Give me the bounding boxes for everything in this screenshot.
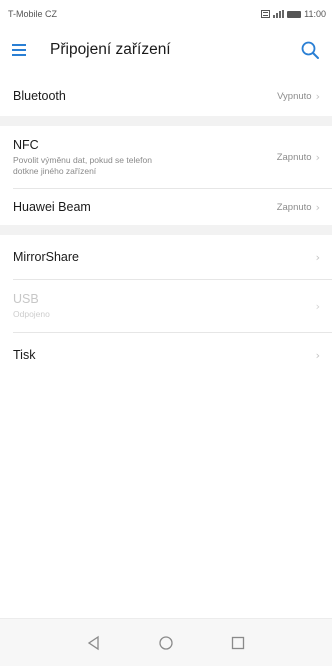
item-value: Vypnuto	[277, 90, 312, 102]
item-title: USB	[13, 292, 39, 306]
list-item-usb: USB Odpojeno ›	[0, 280, 332, 332]
list-item-huawei-beam[interactable]: Huawei Beam Zapnuto ›	[0, 189, 332, 225]
item-value: Zapnuto	[276, 201, 312, 213]
item-title: Bluetooth	[13, 89, 66, 103]
item-value: Zapnuto	[276, 151, 312, 163]
list-item-mirrorshare[interactable]: MirrorShare ›	[0, 235, 332, 279]
chevron-right-icon: ›	[315, 250, 320, 264]
item-subtitle: Povolit výměnu dat, pokud se telefon dot…	[13, 154, 152, 176]
clock-time: 11:00	[304, 9, 326, 19]
item-title: MirrorShare	[13, 250, 79, 264]
chevron-right-icon: ›	[315, 348, 320, 362]
sim-card-icon	[261, 10, 271, 18]
list-item-tisk[interactable]: Tisk ›	[0, 333, 332, 377]
back-triangle-icon[interactable]	[84, 633, 104, 653]
section-divider	[0, 116, 332, 126]
hamburger-menu-icon[interactable]	[12, 38, 36, 62]
connection-settings-list: Bluetooth Vypnuto › NFC Povolit výměnu d…	[0, 76, 332, 377]
item-title: NFC	[13, 137, 39, 152]
page-title: Připojení zařízení	[50, 41, 171, 58]
battery-icon	[287, 10, 302, 18]
home-circle-icon[interactable]	[156, 633, 176, 653]
chevron-right-icon: ›	[315, 200, 320, 214]
signal-strength-icon	[273, 10, 285, 18]
status-bar: T-Mobile CZ 11:00	[0, 0, 332, 28]
chevron-right-icon: ›	[315, 150, 320, 164]
system-navigation-bar	[0, 618, 332, 666]
list-item-nfc[interactable]: NFC Povolit výměnu dat, pokud se telefon…	[0, 126, 332, 188]
carrier-name: T-Mobile CZ	[8, 9, 58, 19]
search-icon[interactable]	[298, 38, 322, 62]
status-icons: 11:00	[261, 9, 326, 19]
app-bar: Připojení zařízení	[0, 28, 332, 72]
chevron-right-icon: ›	[315, 89, 320, 103]
item-title: Tisk	[13, 348, 36, 362]
list-item-bluetooth[interactable]: Bluetooth Vypnuto ›	[0, 76, 332, 116]
recents-square-icon[interactable]	[228, 633, 248, 653]
section-divider	[0, 225, 332, 235]
item-title: Huawei Beam	[13, 200, 91, 214]
chevron-right-icon: ›	[315, 299, 320, 313]
item-subtitle: Odpojeno	[13, 309, 50, 319]
